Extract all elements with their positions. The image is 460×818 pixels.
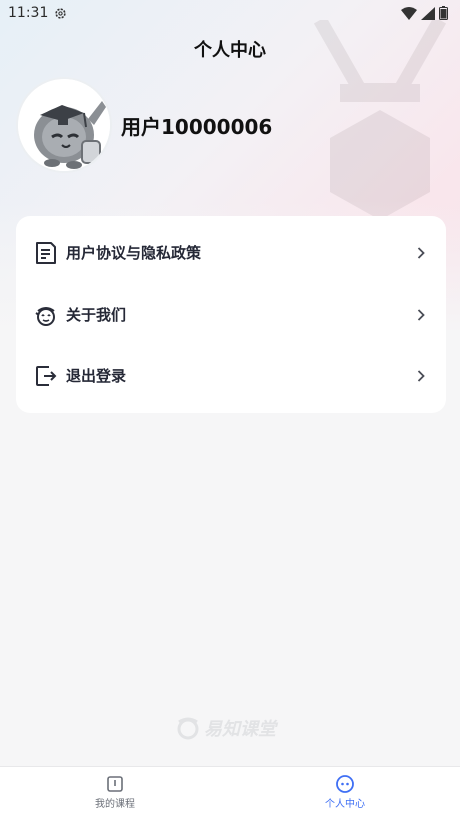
- status-time: 11:31: [8, 5, 49, 21]
- chevron-right-icon: [417, 246, 425, 259]
- book-icon: [107, 776, 123, 792]
- menu-item-label: 关于我们: [66, 306, 127, 324]
- nav-label: 我的课程: [95, 799, 135, 810]
- menu-card: 用户协议与隐私政策 关于我们 退出登录: [16, 216, 446, 413]
- mascot-avatar-icon: [18, 79, 110, 171]
- settings-gear-icon: [55, 7, 67, 19]
- menu-item-logout[interactable]: 退出登录: [16, 345, 446, 406]
- brand-watermark: 易知课堂: [176, 714, 286, 742]
- document-icon: [36, 241, 56, 264]
- avatar[interactable]: [16, 77, 112, 173]
- signal-icon: [421, 6, 435, 20]
- status-bar: 11:31: [0, 0, 460, 26]
- profile-face-icon: [336, 775, 354, 793]
- menu-item-privacy-policy[interactable]: 用户协议与隐私政策: [16, 222, 446, 283]
- menu-item-label: 用户协议与隐私政策: [66, 244, 202, 262]
- mascot-icon: [35, 306, 55, 326]
- brand-logo-icon: [177, 717, 199, 740]
- chevron-right-icon: [417, 308, 425, 321]
- nav-label: 个人中心: [325, 799, 365, 810]
- username: 用户10000006: [121, 115, 273, 139]
- page-title: 个人中心: [194, 40, 266, 61]
- battery-icon: [439, 6, 448, 20]
- wifi-icon: [401, 6, 417, 20]
- menu-item-about-us[interactable]: 关于我们: [16, 284, 446, 345]
- watermark-text: 易知课堂: [204, 719, 276, 740]
- bottom-nav: 我的课程 个人中心: [0, 766, 460, 818]
- nav-tab-profile[interactable]: 个人中心: [230, 767, 460, 818]
- menu-item-label: 退出登录: [66, 367, 127, 385]
- nav-tab-my-courses[interactable]: 我的课程: [0, 767, 230, 818]
- chevron-right-icon: [417, 369, 425, 382]
- logout-icon: [36, 365, 57, 386]
